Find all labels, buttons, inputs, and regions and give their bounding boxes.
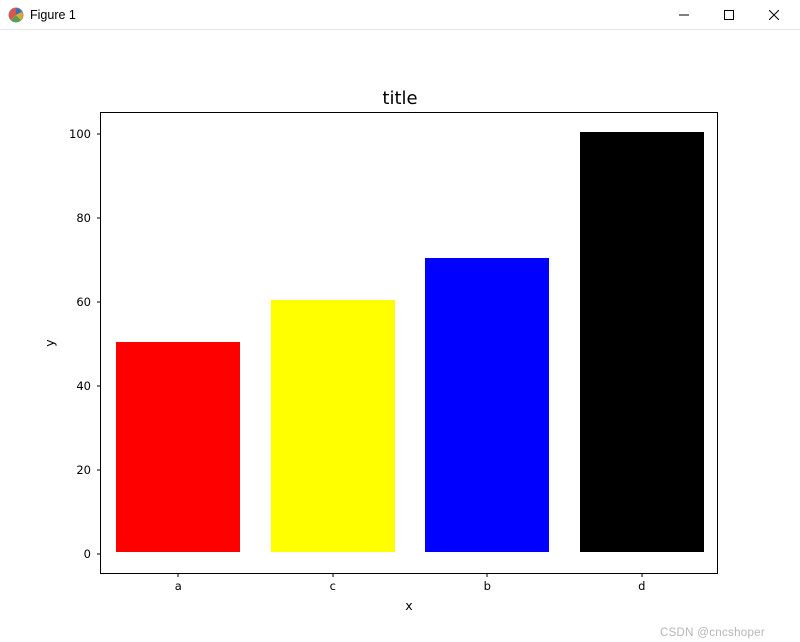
chart-title: title <box>0 88 800 109</box>
ytick-mark <box>97 470 101 471</box>
bar-b <box>425 258 549 552</box>
y-axis-label: y <box>42 339 57 346</box>
ytick-label: 100 <box>69 127 91 141</box>
figure-canvas: title y x 020406080100 acbd CSDN @cncsho… <box>0 30 800 642</box>
bar-d <box>580 132 704 552</box>
ytick-mark <box>97 134 101 135</box>
xtick-label: a <box>175 579 182 593</box>
ytick-label: 40 <box>76 379 91 393</box>
xtick-label: c <box>330 579 336 593</box>
bar-a <box>116 342 240 552</box>
close-button[interactable] <box>751 1 796 29</box>
window-title: Figure 1 <box>30 8 76 22</box>
xtick-mark <box>487 573 488 577</box>
ytick-mark <box>97 386 101 387</box>
xtick-mark <box>332 573 333 577</box>
watermark: CSDN @cncshoper <box>660 627 765 639</box>
ytick-label: 80 <box>76 211 91 225</box>
ytick-label: 60 <box>76 295 91 309</box>
xtick-mark <box>641 573 642 577</box>
xtick-mark <box>178 573 179 577</box>
ytick-mark <box>97 218 101 219</box>
ytick-label: 20 <box>76 463 91 477</box>
plot-axes: y x 020406080100 acbd <box>100 112 718 574</box>
minimize-button[interactable] <box>661 1 706 29</box>
ytick-label: 0 <box>84 547 91 561</box>
maximize-button[interactable] <box>706 1 751 29</box>
xtick-label: d <box>638 579 645 593</box>
ytick-mark <box>97 302 101 303</box>
window-controls <box>661 1 796 29</box>
x-axis-label: x <box>405 598 412 613</box>
bar-c <box>271 300 395 552</box>
matplotlib-icon <box>8 7 24 23</box>
ytick-mark <box>97 554 101 555</box>
xtick-label: b <box>484 579 491 593</box>
window-titlebar: Figure 1 <box>0 0 800 30</box>
